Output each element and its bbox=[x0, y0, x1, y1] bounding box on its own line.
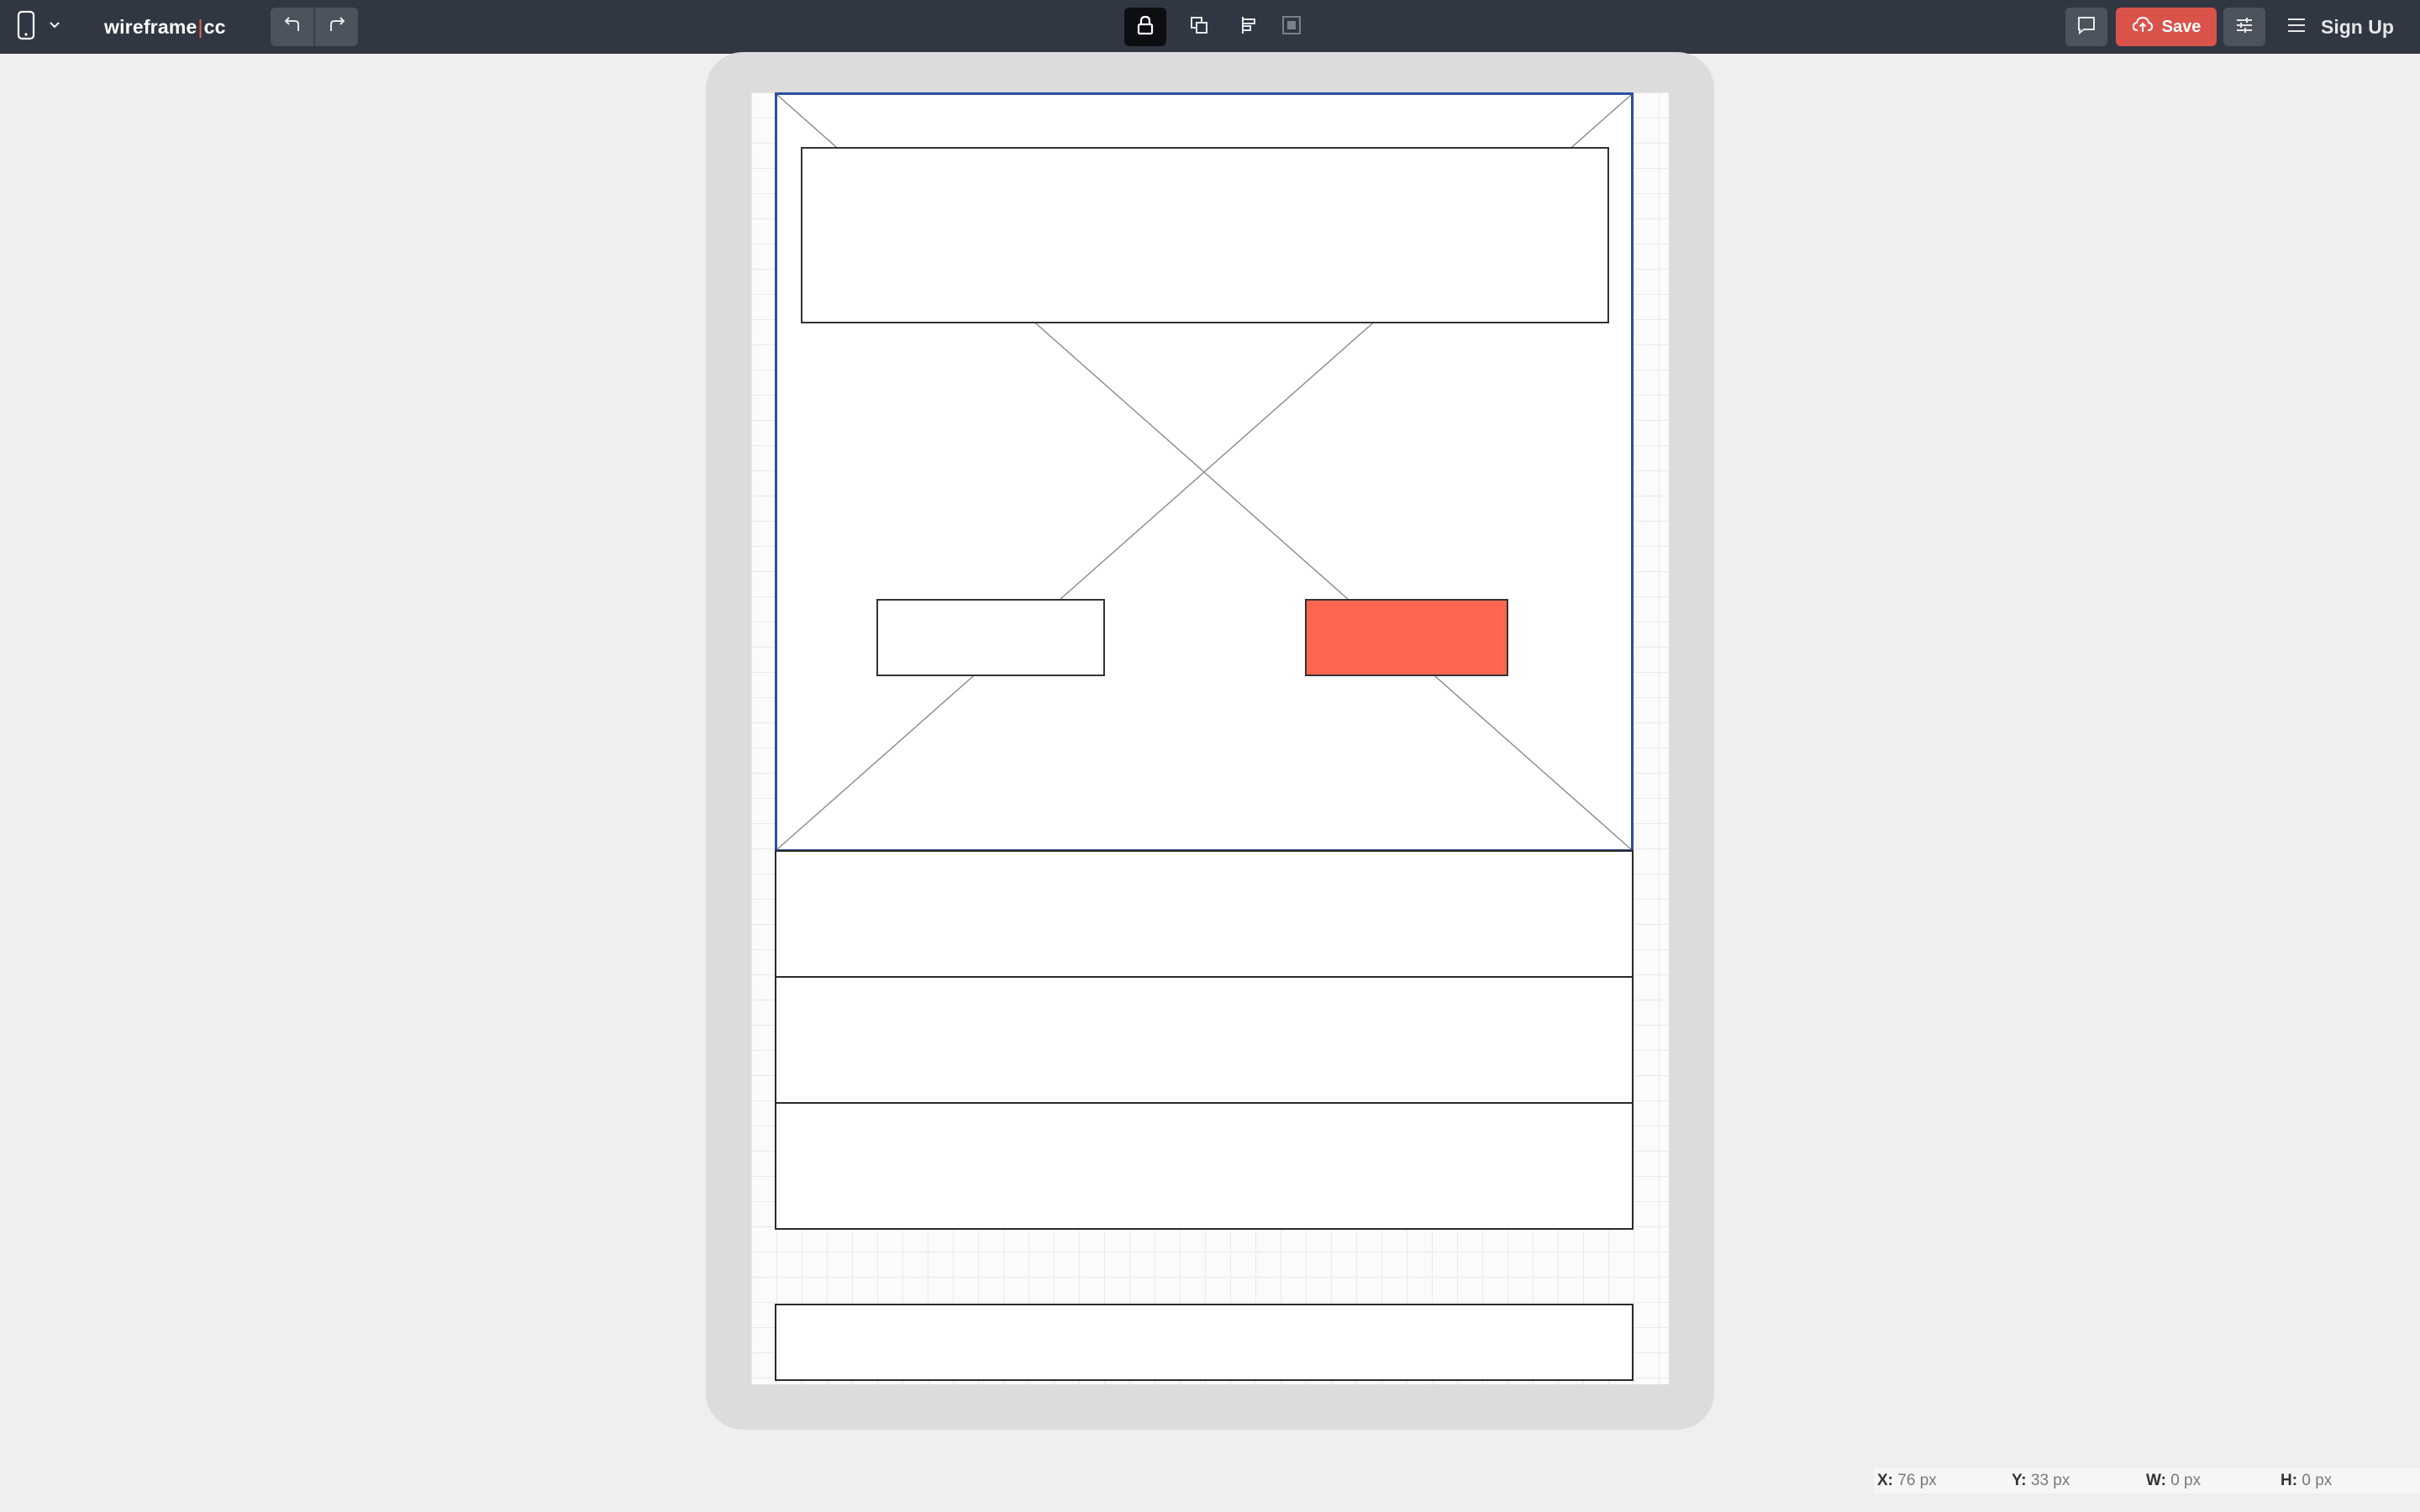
align-icon bbox=[1239, 15, 1260, 39]
h-readout: H: 0 px bbox=[2281, 1472, 2333, 1489]
comments-button[interactable] bbox=[2065, 8, 2107, 46]
comment-icon bbox=[2076, 15, 2096, 39]
save-button[interactable]: Save bbox=[2116, 8, 2217, 46]
sliders-icon bbox=[2234, 15, 2254, 39]
arrange-button[interactable] bbox=[1178, 8, 1220, 46]
sign-up-link[interactable]: Sign Up bbox=[2321, 8, 2394, 46]
chevron-down-icon bbox=[48, 19, 61, 34]
settings-button[interactable] bbox=[2223, 8, 2265, 46]
content-row-2[interactable] bbox=[775, 976, 1634, 1104]
device-selector[interactable] bbox=[12, 10, 66, 45]
redo-button[interactable] bbox=[313, 8, 358, 46]
menu-button[interactable] bbox=[2275, 8, 2317, 46]
coordinates-statusbar: X: 76 px Y: 33 px W: 0 px H: 0 px bbox=[1874, 1468, 2420, 1494]
y-readout: Y: 33 px bbox=[2012, 1472, 2070, 1489]
wireframe-canvas[interactable] bbox=[751, 92, 1669, 1384]
mobile-device-icon bbox=[16, 10, 36, 45]
footer-block[interactable] bbox=[775, 1304, 1634, 1381]
primary-button-block[interactable] bbox=[1305, 599, 1508, 676]
header-block[interactable] bbox=[801, 147, 1609, 323]
w-readout: W: 0 px bbox=[2146, 1472, 2202, 1489]
hamburger-icon bbox=[2286, 17, 2307, 38]
secondary-button-block[interactable] bbox=[876, 599, 1105, 676]
app-logo: wireframe | cc bbox=[104, 15, 226, 38]
lock-icon bbox=[1136, 15, 1155, 39]
group-icon bbox=[1281, 15, 1302, 39]
content-row-3[interactable] bbox=[775, 1102, 1634, 1230]
content-row-1[interactable] bbox=[775, 850, 1634, 978]
lock-button[interactable] bbox=[1124, 8, 1166, 46]
align-button[interactable] bbox=[1228, 8, 1270, 46]
undo-icon bbox=[281, 16, 303, 39]
cloud-upload-icon bbox=[2132, 15, 2154, 39]
layers-icon bbox=[1189, 15, 1209, 39]
image-placeholder-selected[interactable] bbox=[775, 92, 1634, 852]
redo-icon bbox=[326, 16, 348, 39]
x-readout: X: 76 px bbox=[1877, 1472, 1937, 1489]
undo-button[interactable] bbox=[271, 8, 313, 46]
group-button[interactable] bbox=[1270, 8, 1313, 46]
top-toolbar: wireframe | cc Save Sign Up bbox=[0, 0, 2420, 54]
save-label: Save bbox=[2161, 17, 2202, 36]
history-controls bbox=[271, 8, 358, 46]
